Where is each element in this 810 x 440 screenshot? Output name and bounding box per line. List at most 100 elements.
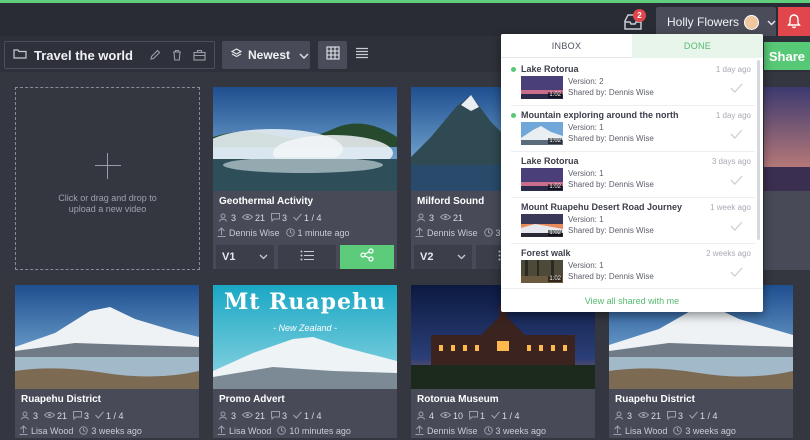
video-card[interactable]: [764, 87, 810, 270]
grid-view-button[interactable]: [318, 41, 347, 69]
inbox-item-shared-by: Shared by: Dennis Wise: [568, 226, 654, 235]
inbox-item-time: 1 week ago: [710, 203, 751, 212]
share-button[interactable]: Share: [764, 42, 810, 70]
top-bar: 2 Holly Flowers: [0, 0, 810, 39]
briefcase-icon[interactable]: [193, 48, 206, 66]
comment-icon: [73, 410, 84, 422]
checkmark-icon: [689, 411, 700, 421]
checkmark-icon[interactable]: [730, 172, 743, 190]
upload-icon: [415, 227, 427, 239]
video-meta: Lisa Wood 3 weeks ago: [15, 423, 199, 438]
poster-subtitle: - New Zealand -: [272, 323, 338, 333]
users-icon: [21, 411, 33, 422]
pencil-icon[interactable]: [149, 48, 161, 66]
folder-icon: [13, 46, 27, 64]
notification-count-badge: 2: [633, 9, 646, 22]
video-duration: 1:02: [548, 184, 562, 190]
inbox-item-title: Mount Ruapehu Desert Road Journey: [521, 202, 683, 212]
inbox-item-title: Forest walk: [521, 248, 571, 258]
checkmark-icon[interactable]: [730, 218, 743, 236]
trash-icon[interactable]: [171, 48, 183, 66]
view-all-shared-link[interactable]: View all shared with me: [501, 288, 763, 312]
inbox-item-thumbnail: 1:02: [521, 76, 563, 99]
video-meta: Lisa Wood 3 weeks ago: [609, 423, 793, 438]
layers-icon: [230, 48, 243, 62]
checkmark-icon: [293, 213, 304, 223]
inbox-item[interactable]: Lake Rotorua 3 days ago 1:02 Version: 1 …: [511, 152, 755, 198]
checkmark-icon[interactable]: [730, 80, 743, 98]
tab-inbox[interactable]: INBOX: [501, 34, 632, 58]
project-title-field[interactable]: Travel the world: [4, 41, 215, 69]
inbox-item-title: Mountain exploring around the north: [521, 110, 679, 120]
sort-label: Newest: [248, 48, 291, 62]
inbox-item-version: Version: 2: [568, 77, 604, 86]
inbox-tabs: INBOX DONE: [501, 34, 763, 58]
video-title[interactable]: Geothermal Activity: [213, 191, 397, 210]
inbox-item-thumbnail: 1:02: [521, 260, 563, 283]
video-thumbnail[interactable]: [764, 87, 810, 191]
poster-title: Mt Ruapehu: [223, 289, 387, 315]
inbox-item-version: Version: 1: [568, 215, 604, 224]
video-title[interactable]: Promo Advert: [213, 389, 397, 408]
list-icon: [355, 46, 369, 64]
video-stats: 3 21 3 1 / 4: [15, 408, 199, 423]
video-meta: Lisa Wood 10 minutes ago: [213, 423, 397, 438]
share-video-button[interactable]: [340, 245, 394, 269]
video-thumbnail[interactable]: [15, 285, 199, 389]
upload-hint: Click or drag and drop to upload a new v…: [58, 192, 157, 214]
project-title: Travel the world: [34, 47, 133, 63]
video-thumbnail[interactable]: [213, 87, 397, 191]
video-meta: Dennis Wise 3 weeks ago: [411, 423, 595, 438]
inbox-item-title: Lake Rotorua: [521, 64, 579, 74]
version-dropdown[interactable]: V2: [414, 245, 472, 269]
upload-icon: [19, 425, 31, 437]
video-title[interactable]: Ruapehu District: [609, 389, 793, 408]
inbox-scrollbar[interactable]: [757, 60, 760, 240]
video-duration: 1:02: [548, 276, 562, 282]
video-card[interactable]: Mt Ruapehu - New Zealand - Promo Advert …: [213, 285, 397, 438]
comment-icon: [667, 410, 678, 422]
checkmark-icon: [491, 411, 502, 421]
inbox-item[interactable]: Mountain exploring around the north 1 da…: [511, 106, 755, 152]
eye-icon: [241, 213, 255, 223]
video-stats: 3 21 3 1 / 4: [213, 408, 397, 423]
video-title[interactable]: Ruapehu District: [15, 389, 199, 408]
inbox-item-thumbnail: 1:02: [521, 214, 563, 237]
version-dropdown[interactable]: V1: [216, 245, 274, 269]
eye-icon: [439, 411, 453, 421]
inbox-item-shared-by: Shared by: Dennis Wise: [568, 88, 654, 97]
sort-dropdown[interactable]: Newest: [222, 41, 310, 69]
inbox-item-version: Version: 1: [568, 123, 604, 132]
checkmark-icon[interactable]: [730, 264, 743, 282]
inbox-item[interactable]: Forest walk 2 weeks ago 1:02 Version: 1 …: [511, 244, 755, 288]
list-view-button[interactable]: [349, 41, 375, 69]
video-title[interactable]: Rotorua Museum: [411, 389, 595, 408]
comment-icon: [271, 410, 282, 422]
chevron-down-icon: [259, 251, 268, 263]
notes-button[interactable]: [278, 245, 336, 269]
inbox-item[interactable]: Mount Ruapehu Desert Road Journey 1 week…: [511, 198, 755, 244]
eye-icon: [637, 411, 651, 421]
notifications-button[interactable]: [778, 7, 810, 39]
video-card[interactable]: Ruapehu District 3 21 3 1 / 4 Lisa Wood …: [15, 285, 199, 438]
checkmark-icon: [95, 411, 106, 421]
users-icon: [615, 411, 627, 422]
upload-icon: [613, 425, 625, 437]
user-name: Holly Flowers: [667, 15, 740, 29]
clock-icon: [483, 425, 496, 437]
inbox-item-shared-by: Shared by: Dennis Wise: [568, 272, 654, 281]
video-meta: Dennis Wise 1 minute ago: [213, 225, 397, 240]
video-stats: 4 10 1 1 / 4: [411, 408, 595, 423]
inbox-item-shared-by: Shared by: Dennis Wise: [568, 180, 654, 189]
video-duration: 1:02: [548, 230, 562, 236]
inbox-item[interactable]: Lake Rotorua 1 day ago 1:02 Version: 2 S…: [511, 60, 755, 106]
upload-dropzone[interactable]: Click or drag and drop to upload a new v…: [15, 87, 200, 270]
unread-dot: [511, 67, 516, 72]
user-menu-button[interactable]: Holly Flowers: [656, 7, 776, 37]
inbox-item-shared-by: Shared by: Dennis Wise: [568, 134, 654, 143]
checkmark-icon: [293, 411, 304, 421]
video-card[interactable]: Geothermal Activity 3 21 3 1 / 4 Dennis …: [213, 87, 397, 269]
tab-done[interactable]: DONE: [632, 34, 763, 58]
chevron-down-icon: [299, 48, 309, 62]
checkmark-icon[interactable]: [730, 126, 743, 144]
